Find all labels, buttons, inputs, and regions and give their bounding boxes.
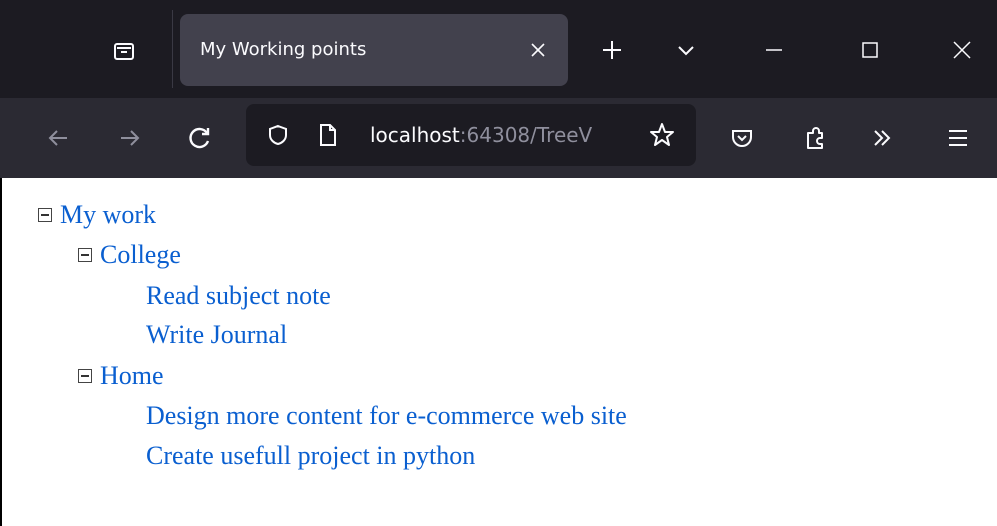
tree-leaf: Write Journal bbox=[146, 315, 287, 355]
close-icon[interactable] bbox=[938, 26, 986, 74]
tree-leaf-label[interactable]: Read subject note bbox=[146, 281, 331, 311]
tree-node-home: Home bbox=[78, 356, 164, 396]
tab-strip: My Working points bbox=[0, 0, 997, 98]
plus-icon[interactable] bbox=[588, 26, 636, 74]
page-content: My work College Read subject note Write … bbox=[0, 178, 997, 526]
tree-node-college: College bbox=[78, 235, 181, 275]
chevron-down-icon[interactable] bbox=[662, 26, 710, 74]
tab-title: My Working points bbox=[200, 39, 367, 60]
minimize-icon[interactable] bbox=[750, 26, 798, 74]
reload-icon[interactable] bbox=[176, 114, 224, 162]
tabstrip-divider bbox=[172, 10, 173, 88]
collapse-icon[interactable] bbox=[78, 248, 92, 262]
url-text[interactable]: localhost:64308/TreeV bbox=[370, 104, 640, 166]
tree-leaf-label[interactable]: Design more content for e-commerce web s… bbox=[146, 401, 627, 431]
page-icon[interactable] bbox=[310, 117, 346, 153]
tree-leaf: Read subject note bbox=[146, 276, 331, 316]
collapse-icon[interactable] bbox=[78, 369, 92, 383]
maximize-icon[interactable] bbox=[846, 26, 894, 74]
url-host: localhost bbox=[370, 123, 460, 147]
tree-node-label[interactable]: My work bbox=[60, 200, 156, 230]
pocket-icon[interactable] bbox=[718, 114, 766, 162]
tree-node-label[interactable]: Home bbox=[100, 361, 164, 391]
tree-leaf: Design more content for e-commerce web s… bbox=[146, 396, 627, 436]
star-icon[interactable] bbox=[644, 117, 680, 153]
url-path: :64308/TreeV bbox=[459, 123, 593, 147]
address-bar[interactable]: localhost:64308/TreeV bbox=[246, 104, 696, 166]
forward-arrow-icon[interactable] bbox=[106, 114, 154, 162]
extensions-icon[interactable] bbox=[792, 114, 840, 162]
double-chevron-icon[interactable] bbox=[858, 114, 906, 162]
tree-node-label[interactable]: College bbox=[100, 240, 181, 270]
tree-node-root: My work bbox=[38, 195, 156, 235]
tree-leaf-label[interactable]: Create usefull project in python bbox=[146, 441, 475, 471]
tree-leaf: Create usefull project in python bbox=[146, 436, 475, 476]
shield-icon[interactable] bbox=[260, 117, 296, 153]
back-arrow-icon[interactable] bbox=[34, 114, 82, 162]
tab-list-icon[interactable] bbox=[108, 33, 140, 69]
active-tab[interactable]: My Working points bbox=[180, 14, 568, 86]
collapse-icon[interactable] bbox=[38, 208, 52, 222]
hamburger-icon[interactable] bbox=[934, 114, 982, 162]
close-icon[interactable] bbox=[524, 36, 552, 64]
tree-leaf-label[interactable]: Write Journal bbox=[146, 320, 287, 350]
